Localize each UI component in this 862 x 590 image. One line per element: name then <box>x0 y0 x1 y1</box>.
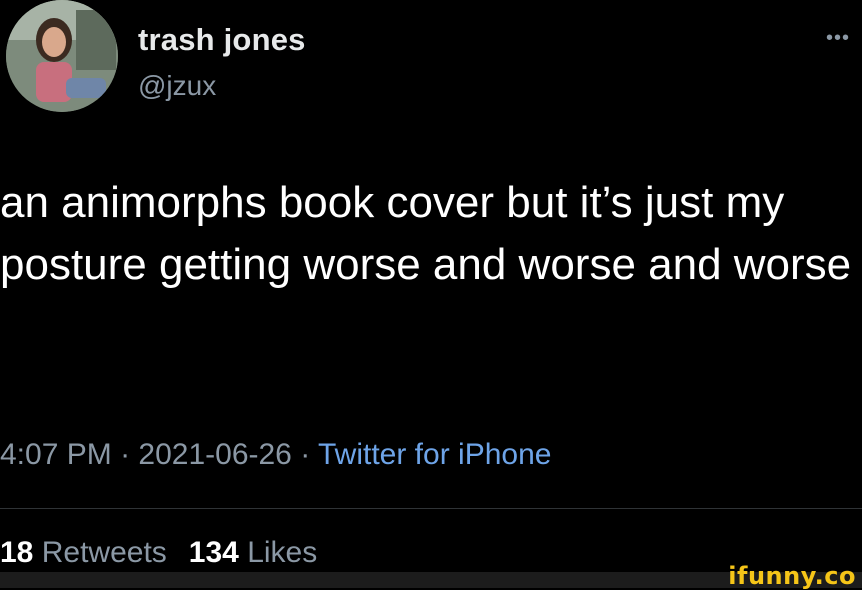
display-name[interactable]: trash jones <box>138 22 306 58</box>
tweet-text: an animorphs book cover but it’s just my… <box>0 178 852 289</box>
tweet-source-link[interactable]: Twitter for iPhone <box>318 438 551 471</box>
retweets-label: Retweets <box>41 536 167 569</box>
divider <box>0 508 862 509</box>
tweet-stats: 18 Retweets 134 Likes <box>0 536 317 570</box>
meta-separator: · <box>291 438 318 471</box>
meta-separator: · <box>111 438 139 471</box>
watermark-logo: ifunny.co <box>728 562 856 590</box>
handle[interactable]: @jzux <box>138 70 216 102</box>
likes-stat[interactable]: 134 Likes <box>189 536 317 569</box>
likes-label: Likes <box>247 536 318 569</box>
tweet-time[interactable]: 4:07 PM <box>0 438 112 471</box>
more-horizontal-icon[interactable]: ••• <box>826 28 862 48</box>
likes-count: 134 <box>188 536 239 569</box>
tweet-date[interactable]: 2021-06-26 <box>138 438 291 471</box>
avatar-photo <box>6 0 118 112</box>
tweet-meta: 4:07 PM · 2021-06-26 · Twitter for iPhon… <box>0 438 551 472</box>
retweets-stat[interactable]: 18 Retweets <box>0 536 167 569</box>
retweets-count: 18 <box>0 536 34 569</box>
avatar[interactable] <box>6 0 118 112</box>
